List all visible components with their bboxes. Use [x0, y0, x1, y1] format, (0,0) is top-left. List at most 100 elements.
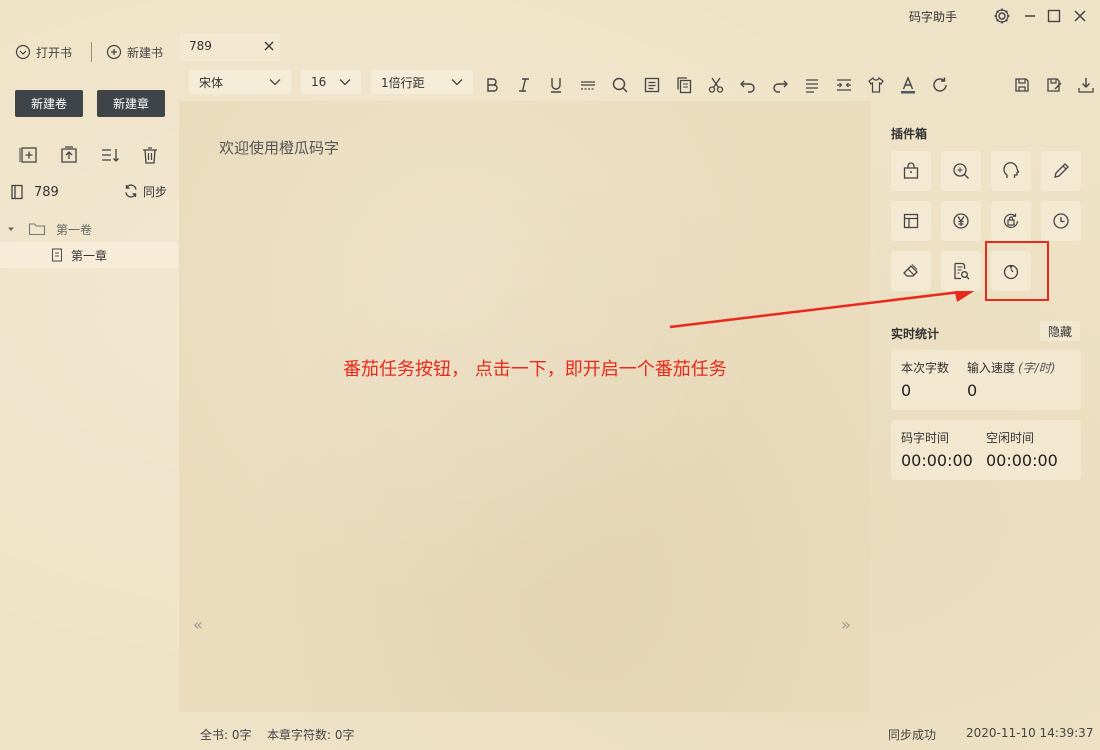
- doc-search-icon: [954, 262, 970, 280]
- typing-time-value: 00:00:00: [901, 451, 973, 470]
- export-download-icon[interactable]: [1076, 75, 1096, 95]
- volume-label: 第一卷: [56, 222, 93, 237]
- inspect-icon: [953, 163, 969, 179]
- open-book-label: 打开书: [36, 45, 73, 60]
- settings-gear-icon[interactable]: [993, 7, 1011, 25]
- next-page-button[interactable]: »: [841, 615, 851, 634]
- tomato-icon: [1003, 264, 1019, 280]
- divider: [91, 42, 92, 62]
- shop-bag-icon: [903, 162, 919, 179]
- new-volume-button[interactable]: 新建卷: [15, 90, 83, 117]
- sort-icon[interactable]: [99, 144, 121, 166]
- plugin-tomato-task[interactable]: [991, 251, 1031, 291]
- idle-time-value: 00:00:00: [986, 451, 1058, 470]
- idle-time-label: 空闲时间: [986, 431, 1035, 445]
- plugin-doc-search[interactable]: [941, 251, 981, 291]
- undo-icon[interactable]: [738, 75, 758, 95]
- search-icon[interactable]: [610, 75, 630, 95]
- plugin-income[interactable]: [941, 201, 981, 241]
- add-item-icon[interactable]: [18, 144, 40, 166]
- yen-icon: [953, 213, 969, 229]
- trash-icon[interactable]: [139, 144, 161, 166]
- speed-value: 0: [967, 381, 978, 400]
- plugin-inspiration[interactable]: [991, 151, 1031, 191]
- notes-icon[interactable]: [642, 75, 662, 95]
- tree-chapter-selected[interactable]: 第一章: [0, 242, 178, 268]
- move-up-icon[interactable]: [58, 144, 80, 166]
- plugin-lock[interactable]: [991, 201, 1031, 241]
- save-icon[interactable]: [1012, 75, 1032, 95]
- new-book-button[interactable]: 新建书: [106, 42, 163, 62]
- copy-icon[interactable]: [674, 75, 694, 95]
- document-tab[interactable]: 789: [180, 33, 280, 61]
- font-family-select[interactable]: 宋体: [189, 70, 291, 94]
- editor-area[interactable]: 欢迎使用橙瓜码字 « »: [179, 101, 870, 712]
- plus-circle-icon: [106, 44, 122, 60]
- app-title: 码字助手: [909, 10, 958, 24]
- plugin-eraser[interactable]: [891, 251, 931, 291]
- plugin-shop[interactable]: [891, 151, 931, 191]
- plugin-write[interactable]: [1041, 151, 1081, 191]
- eraser-icon: [903, 264, 918, 277]
- save-as-icon[interactable]: [1044, 75, 1064, 95]
- pencil-icon: [1054, 163, 1069, 178]
- status-datetime: 2020-11-10 14:39:37: [966, 726, 1094, 740]
- caret-down-icon: [8, 227, 14, 231]
- previous-page-button[interactable]: «: [193, 615, 203, 634]
- speed-label: 输入速度: [967, 361, 1016, 375]
- new-chapter-button[interactable]: 新建章: [97, 90, 165, 117]
- align-icon[interactable]: [802, 75, 822, 95]
- tree-volume[interactable]: 第一卷: [6, 220, 92, 238]
- maximize-button[interactable]: [1045, 7, 1063, 25]
- layout-icon: [903, 213, 919, 229]
- stats-card-words: 本次字数 输入速度 (字/时) 0 0: [891, 350, 1081, 410]
- refresh-icon[interactable]: [930, 75, 950, 95]
- plugin-inspect[interactable]: [941, 151, 981, 191]
- chevron-down-icon: [269, 79, 281, 86]
- underline-icon[interactable]: [546, 75, 566, 95]
- hide-stats-button[interactable]: 隐藏: [1040, 321, 1080, 341]
- stats-card-time: 码字时间 空闲时间 00:00:00 00:00:00: [891, 420, 1081, 480]
- editor-content[interactable]: 欢迎使用橙瓜码字: [219, 137, 339, 158]
- plugin-layout[interactable]: [891, 201, 931, 241]
- sync-button[interactable]: 同步: [123, 181, 167, 201]
- typing-time-label: 码字时间: [901, 431, 950, 445]
- chevron-down-icon: [451, 79, 463, 86]
- chapter-label: 第一章: [71, 248, 108, 263]
- chapter-char-count: 本章字符数: 0字: [267, 728, 355, 742]
- chevron-circle-icon: [15, 44, 31, 60]
- sync-icon: [125, 184, 137, 198]
- redo-icon[interactable]: [770, 75, 790, 95]
- sync-status: 同步成功: [888, 728, 937, 742]
- folder-icon: [28, 223, 46, 236]
- head-icon: [1003, 162, 1020, 178]
- book-item[interactable]: 789: [10, 182, 59, 202]
- clock-icon: [1053, 213, 1069, 229]
- minimize-button[interactable]: [1021, 7, 1039, 25]
- book-name: 789: [34, 184, 59, 200]
- lock-refresh-icon: [1003, 213, 1019, 229]
- skin-shirt-icon[interactable]: [866, 75, 886, 95]
- open-book-button[interactable]: 打开书: [15, 42, 72, 62]
- sidebar: 打开书 新建书 新建卷 新建章 789 同步 第一卷 第一章: [0, 32, 178, 712]
- separator-line-icon[interactable]: [578, 75, 598, 95]
- line-spacing-value: 1倍行距: [381, 75, 425, 90]
- font-color-icon[interactable]: [898, 75, 918, 95]
- line-spacing-select[interactable]: 1倍行距: [371, 70, 473, 94]
- document-icon: [51, 248, 63, 262]
- italic-icon[interactable]: [514, 75, 534, 95]
- close-tab-icon[interactable]: [262, 39, 276, 53]
- plugin-timer[interactable]: [1041, 201, 1081, 241]
- chevron-down-icon: [339, 79, 351, 86]
- sync-label: 同步: [143, 184, 168, 199]
- title-bar: 码字助手: [0, 0, 1100, 32]
- font-size-select[interactable]: 16: [301, 70, 361, 94]
- new-book-label: 新建书: [127, 45, 164, 60]
- word-count-value: 0: [901, 381, 912, 400]
- close-window-button[interactable]: [1071, 7, 1089, 25]
- indent-icon[interactable]: [834, 75, 854, 95]
- annotation-text: 番茄任务按钮， 点击一下，即开启一个番茄任务: [343, 359, 727, 380]
- bold-icon[interactable]: [482, 75, 502, 95]
- book-word-total: 全书: 0字: [200, 728, 252, 742]
- cut-icon[interactable]: [706, 75, 726, 95]
